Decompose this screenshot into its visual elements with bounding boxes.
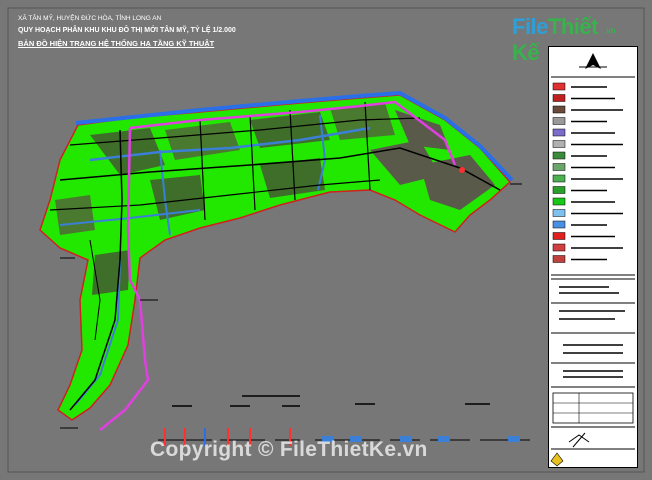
legend-swatch [552, 94, 566, 102]
seal-icon [550, 452, 564, 467]
vegetation-patch [55, 195, 95, 235]
legend-swatch [552, 255, 566, 263]
legend-swatch [552, 151, 566, 160]
brand-logo: FileThiết Kế .vn [512, 12, 622, 65]
legend-swatch [552, 186, 566, 194]
legend-swatch [552, 117, 566, 125]
legend-panel [548, 46, 638, 468]
map-title: BẢN ĐỒ HIỆN TRẠNG HỆ THỐNG HẠ TẦNG KỸ TH… [18, 39, 215, 48]
legend-graphic [550, 53, 635, 467]
legend-swatch [552, 128, 566, 137]
commune-label: XÃ TÂN MỸ, HUYỆN ĐỨC HÒA, TỈNH LONG AN [18, 15, 162, 22]
signature-icon [568, 432, 590, 448]
copyright-watermark: Copyright © FileThietKe.vn [150, 438, 428, 461]
marker-icon [459, 167, 465, 173]
logo-suffix: .vn [604, 26, 616, 35]
legend-swatch [552, 220, 566, 229]
legend-swatch [552, 209, 566, 217]
north-arrow-icon [579, 53, 607, 69]
project-title: QUY HOẠCH PHÂN KHU KHU ĐÔ THỊ MỚI TÂN MỸ… [18, 27, 236, 34]
legend-swatch [552, 140, 566, 148]
planning-area [39, 90, 522, 431]
legend-swatch [552, 232, 566, 240]
legend-swatch [552, 163, 566, 171]
legend-swatch [552, 174, 566, 183]
legend-swatch [552, 243, 566, 252]
legend-swatch [552, 82, 566, 91]
legend-swatch [552, 197, 566, 206]
legend-swatch [552, 105, 566, 114]
